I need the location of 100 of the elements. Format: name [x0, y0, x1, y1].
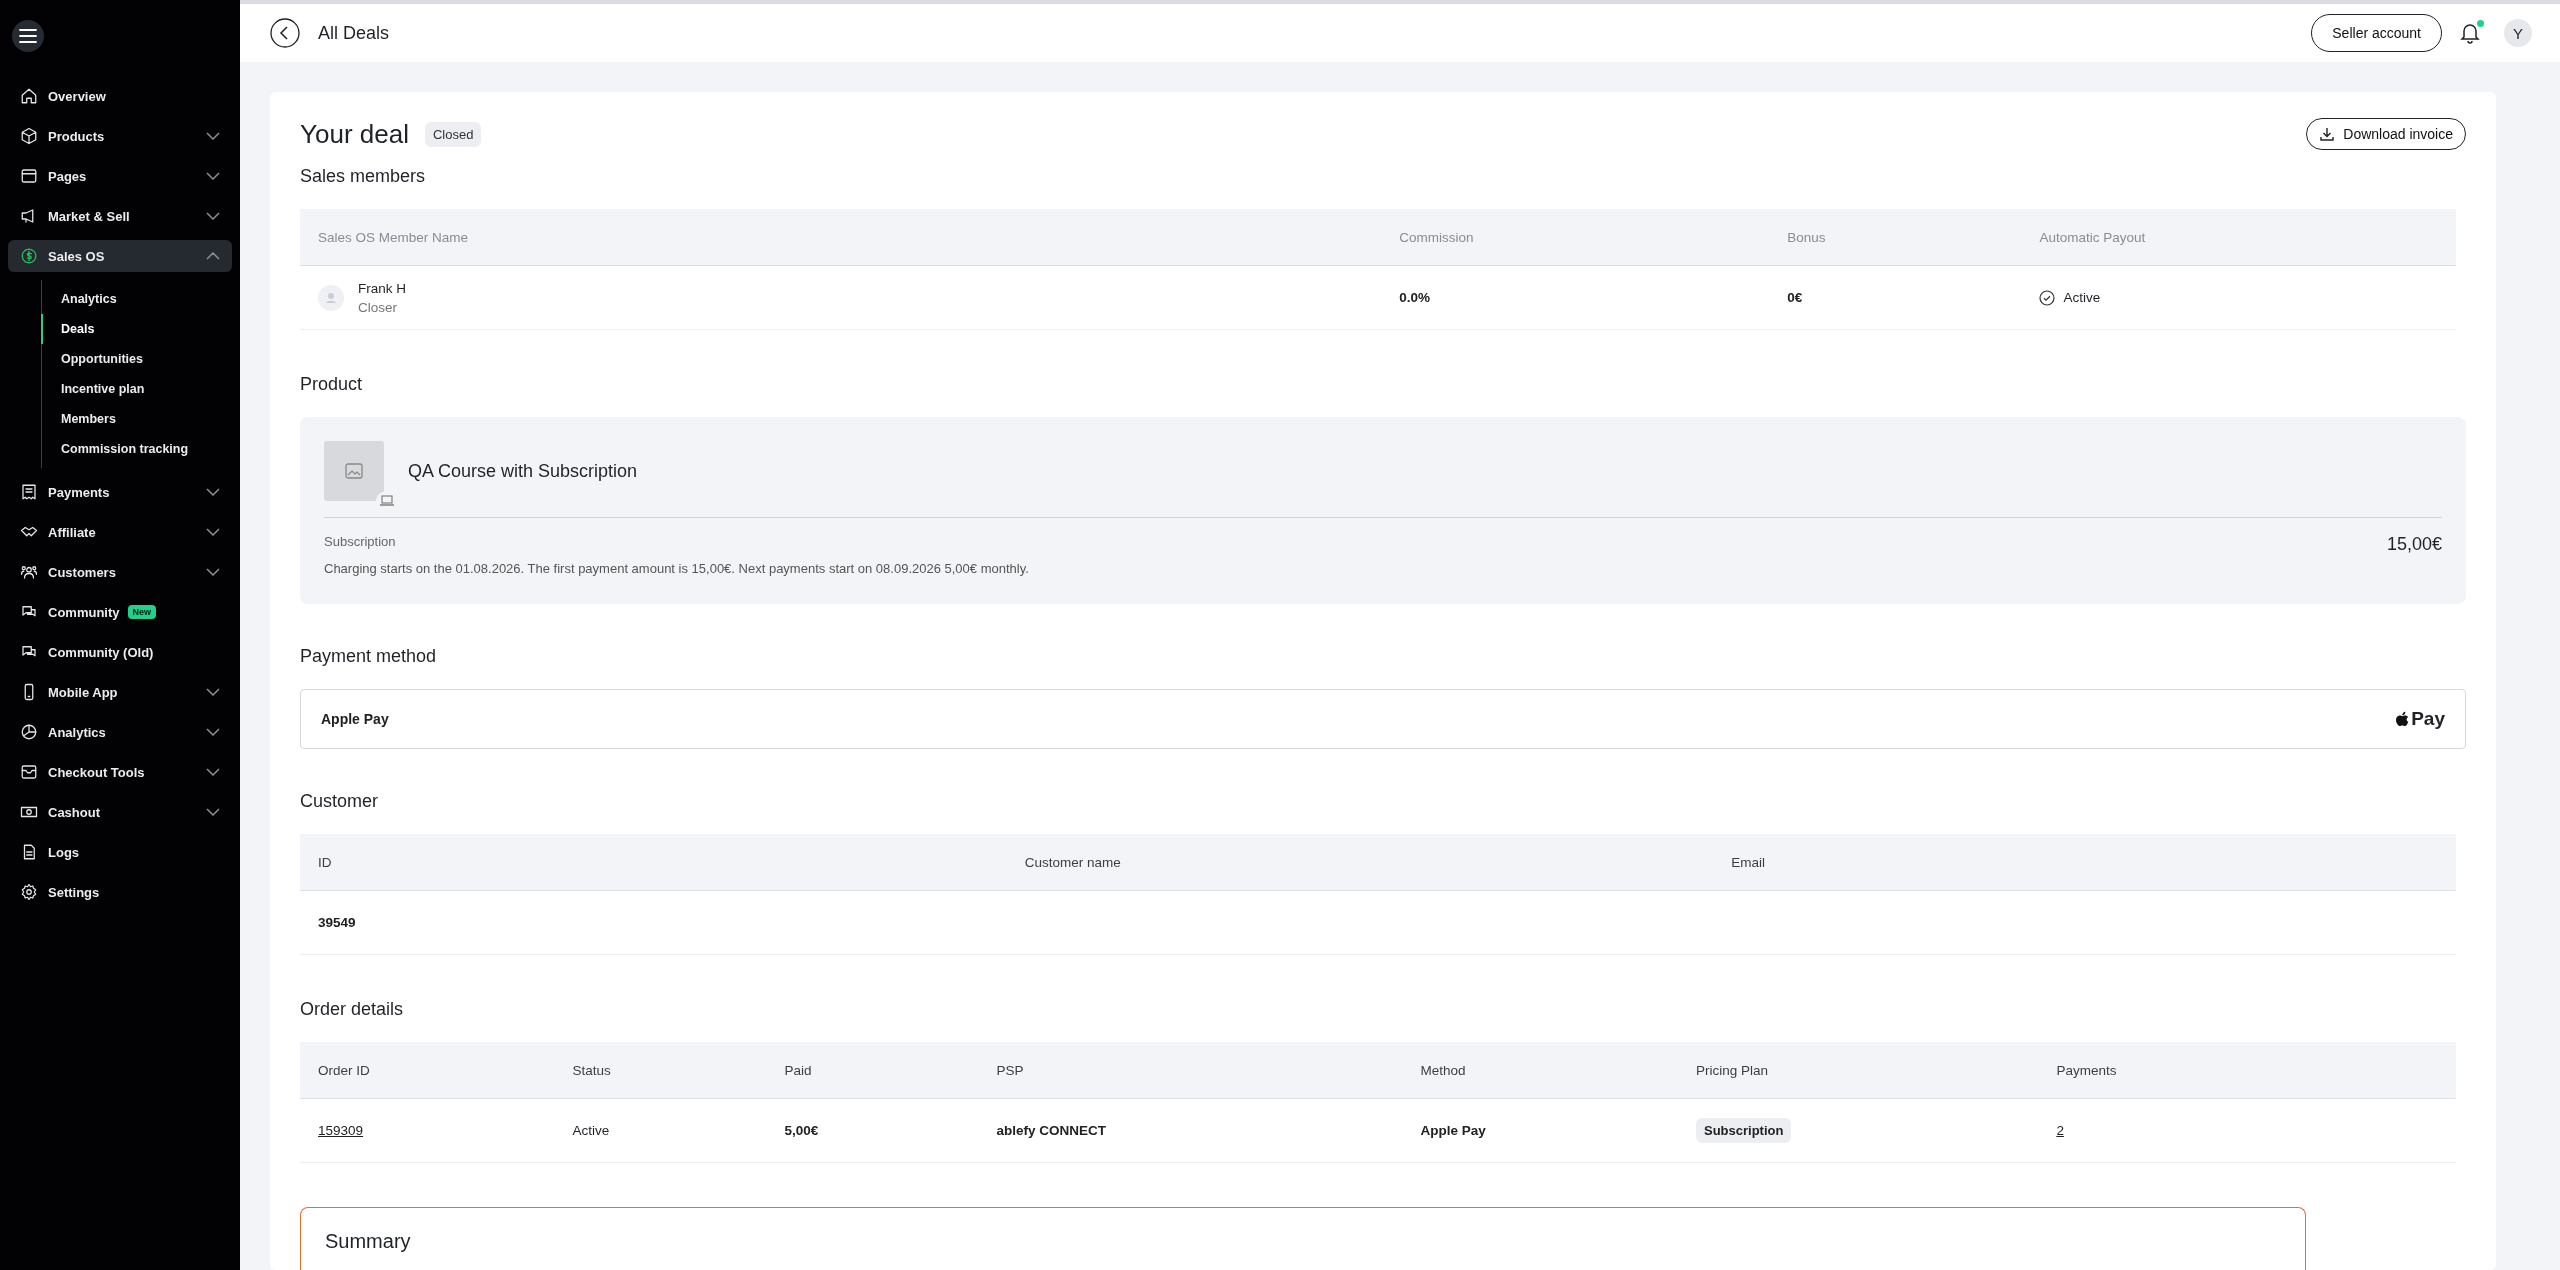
submenu-item[interactable]: Members: [41, 404, 232, 434]
sidebar-label: Affiliate: [48, 524, 96, 540]
column-header: Method: [1420, 1062, 1467, 1078]
sidebar-label: Customers: [48, 564, 116, 580]
download-invoice-button[interactable]: Download invoice: [2306, 118, 2466, 150]
sidebar-item[interactable]: Affiliate: [8, 516, 232, 548]
submenu-item[interactable]: Commission tracking: [41, 434, 232, 464]
user-avatar[interactable]: Y: [2504, 19, 2532, 47]
sidebar-item[interactable]: Pages: [8, 160, 232, 192]
section-title: Customer: [300, 791, 380, 812]
apple-pay-text: Pay: [2411, 708, 2445, 730]
sidebar-item[interactable]: Payments: [8, 476, 232, 508]
column-header: Commission: [1399, 229, 1475, 245]
sidebar-label: Sales OS: [48, 248, 105, 264]
submenu-item[interactable]: Deals: [41, 314, 232, 344]
sidebar-item[interactable]: Sales OS: [8, 240, 232, 272]
bell-icon: [2460, 22, 2480, 44]
column-header: ID: [318, 854, 333, 870]
column-header: PSP: [996, 1062, 1025, 1078]
sidebar-label: Products: [48, 128, 105, 144]
check-circle-icon: [2039, 289, 2056, 306]
sidebar-item[interactable]: Cashout: [8, 796, 232, 828]
sidebar-item[interactable]: Products: [8, 120, 232, 152]
payout-status: Active: [2063, 290, 2101, 305]
table-cell-text: Apple Pay: [1420, 1123, 1487, 1138]
sidebar-item[interactable]: Overview: [8, 80, 232, 112]
order-id-link[interactable]: 159309: [318, 1123, 364, 1138]
people-icon: [20, 563, 38, 581]
dollar-icon: [20, 247, 38, 265]
sidebar-item[interactable]: Checkout Tools: [8, 756, 232, 788]
sidebar-label: Checkout Tools: [48, 764, 145, 780]
menu-button[interactable]: [12, 20, 44, 52]
column-header: Customer name: [1024, 854, 1122, 870]
sidebar-label: Cashout: [48, 804, 100, 820]
home-icon: [20, 87, 38, 105]
column-header: Payments: [2056, 1062, 2118, 1078]
sidebar-label: Community: [48, 604, 120, 620]
pricing-plan-tag: Subscription: [1696, 1118, 1792, 1143]
table-cell-text: Active: [572, 1123, 611, 1138]
sidebar-item[interactable]: Community (Old): [8, 636, 232, 668]
sidebar-label: Analytics: [48, 724, 106, 740]
sidebar-label: Market & Sell: [48, 208, 130, 224]
receipt-icon: [20, 483, 38, 501]
sidebar-item[interactable]: Mobile App: [8, 676, 232, 708]
package-icon: [20, 127, 38, 145]
menu-icon: [19, 29, 37, 43]
sidebar-item[interactable]: Customers: [8, 556, 232, 588]
table-cell-text: 5,00€: [784, 1123, 820, 1138]
summary-title: Summary: [325, 1230, 411, 1252]
submenu-item[interactable]: Incentive plan: [41, 374, 232, 404]
status-tag: Closed: [424, 121, 482, 147]
page-title: All Deals: [318, 22, 390, 44]
download-icon: [2319, 126, 2336, 142]
table-cell-text: 0.0%: [1399, 290, 1431, 305]
submenu-item[interactable]: Opportunities: [41, 344, 232, 374]
column-header: Order ID: [318, 1062, 371, 1078]
sidebar-label: Payments: [48, 484, 110, 500]
sidebar-label: Community (Old): [48, 644, 154, 660]
tray-icon: [20, 763, 38, 781]
sidebar-label: Overview: [48, 88, 106, 104]
back-icon: [270, 18, 300, 48]
column-header: Paid: [784, 1062, 813, 1078]
sidebar-label: Pages: [48, 168, 87, 184]
table-cell-text: 39549: [318, 915, 357, 930]
sidebar-item[interactable]: Community New: [8, 596, 232, 628]
deal-title: Your deal: [300, 118, 409, 150]
sidebar-label: Logs: [48, 844, 80, 860]
settings-icon: [20, 883, 38, 901]
product-price: 15,00€: [2386, 534, 2442, 555]
image-icon: [345, 463, 363, 479]
plan-label: Subscription: [324, 534, 397, 549]
sidebar-item[interactable]: Logs: [8, 836, 232, 868]
column-header: Pricing Plan: [1696, 1062, 1770, 1078]
pie-chart-icon: [20, 723, 38, 741]
plan-description: Charging starts on the 01.08.2026. The first payment amount is 15,00€. Next payments start on 08.09.2026 5,00€ monthly.: [324, 561, 1030, 576]
window-icon: [20, 167, 38, 185]
member-name: Frank H: [358, 280, 406, 296]
table-cell-text: 0€: [1787, 290, 1804, 305]
column-header: Sales OS Member Name: [318, 229, 470, 245]
avatar-icon: [318, 284, 344, 311]
section-title: Payment method: [300, 646, 438, 667]
section-title: Product: [300, 374, 364, 395]
apple-logo-icon: [2395, 710, 2410, 728]
sidebar-item[interactable]: Analytics: [8, 716, 232, 748]
sidebar-item[interactable]: Market & Sell: [8, 200, 232, 232]
column-header: Bonus: [1787, 229, 1827, 245]
payments-link[interactable]: 2: [2056, 1123, 2064, 1138]
column-header: Status: [572, 1062, 612, 1078]
seller-account-button[interactable]: Seller account: [2311, 14, 2442, 52]
back-button[interactable]: [270, 18, 300, 48]
member-role: Closer: [358, 299, 398, 315]
column-header: Automatic Payout: [2039, 229, 2147, 245]
section-title: Order details: [300, 999, 405, 1020]
section-title: Sales members: [300, 166, 427, 187]
column-header: Email: [1731, 854, 1767, 870]
sidebar-label: Mobile App: [48, 684, 118, 700]
sidebar-item[interactable]: Settings: [8, 876, 232, 908]
product-name: QA Course with Subscription: [408, 460, 638, 482]
new-badge: New: [127, 605, 156, 619]
submenu-item[interactable]: Analytics: [41, 284, 232, 314]
